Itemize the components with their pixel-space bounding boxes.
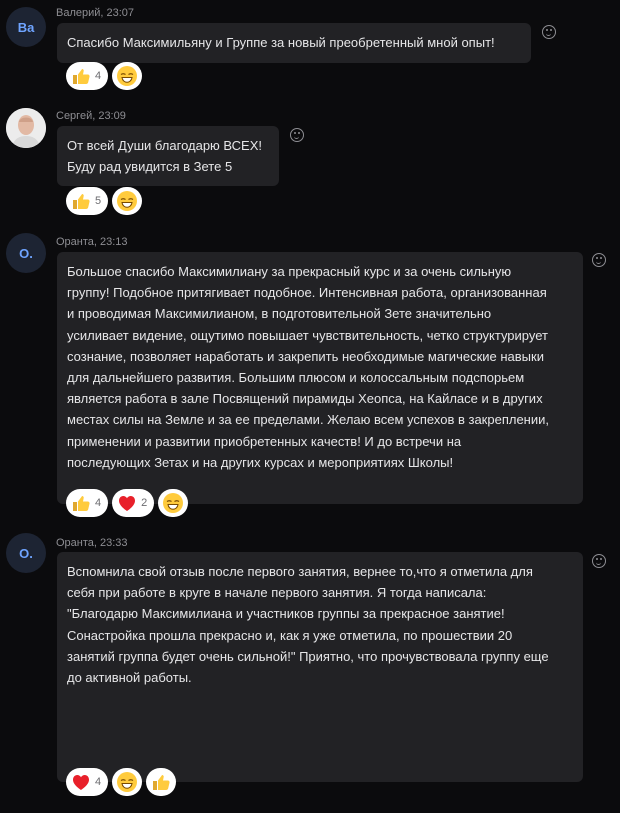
reaction-count: 4 xyxy=(95,776,102,788)
reaction-thumbs-up[interactable]: 4 xyxy=(66,62,109,90)
reaction-heart[interactable]: 4 xyxy=(66,768,109,796)
avatar[interactable]: О. xyxy=(6,233,46,273)
add-reaction-icon[interactable] xyxy=(592,253,606,267)
message-text: Большое спасибо Максимилиану за прекрасн… xyxy=(67,264,549,470)
reaction-grin[interactable] xyxy=(158,489,189,517)
reaction-heart[interactable]: 2 xyxy=(112,489,155,517)
message-author-time: Оранта, 23:33 xyxy=(56,537,128,549)
message-author-time: Валерий, 23:07 xyxy=(56,7,135,19)
add-reaction-icon[interactable] xyxy=(542,25,556,39)
grin-icon xyxy=(117,772,138,792)
thumbs-up-icon xyxy=(73,194,90,209)
reaction-grin[interactable] xyxy=(112,62,143,90)
reaction-thumbs-up[interactable]: 5 xyxy=(66,187,109,215)
add-reaction-icon[interactable] xyxy=(290,128,304,142)
reaction-count: 4 xyxy=(95,497,102,509)
reaction-count: 5 xyxy=(95,195,102,207)
avatar[interactable]: О. xyxy=(6,533,46,573)
reaction-bar: 5 xyxy=(66,187,143,215)
message-text: Вспомнила свой отзыв после первого занят… xyxy=(67,564,549,686)
avatar-initials: О. xyxy=(19,545,33,561)
reaction-bar: 4 xyxy=(66,768,177,796)
message-text: От всей Души благодарю ВСЕХ! Буду рад ув… xyxy=(67,138,262,175)
message-author-time: Сергей, 23:09 xyxy=(56,110,126,122)
grin-icon xyxy=(117,191,138,211)
thumbs-up-icon xyxy=(73,496,90,511)
reaction-grin[interactable] xyxy=(112,187,143,215)
grin-icon xyxy=(163,493,184,513)
heart-icon xyxy=(73,775,89,790)
avatar-photo xyxy=(6,108,46,148)
message-bubble: Вспомнила свой отзыв после первого занят… xyxy=(57,552,583,782)
reaction-grin[interactable] xyxy=(112,768,143,796)
reaction-thumbs-up[interactable] xyxy=(146,768,177,796)
reaction-thumbs-up[interactable]: 4 xyxy=(66,489,109,517)
message-author-time: Оранта, 23:13 xyxy=(56,236,128,248)
add-reaction-icon[interactable] xyxy=(592,554,606,568)
grin-icon xyxy=(117,66,138,86)
avatar-initials: Ва xyxy=(17,19,35,35)
reaction-bar: 4 2 xyxy=(66,489,189,517)
reaction-bar: 4 xyxy=(66,62,143,90)
message-bubble: От всей Души благодарю ВСЕХ! Буду рад ув… xyxy=(57,126,279,186)
thumbs-up-icon xyxy=(153,775,170,790)
thumbs-up-icon xyxy=(73,69,90,84)
reaction-count: 2 xyxy=(141,497,148,509)
avatar[interactable]: Ва xyxy=(6,7,46,47)
avatar-initials: О. xyxy=(19,245,33,261)
avatar[interactable] xyxy=(6,108,46,148)
message-bubble: Спасибо Максимильяну и Группе за новый п… xyxy=(57,23,531,63)
message-bubble: Большое спасибо Максимилиану за прекрасн… xyxy=(57,252,583,504)
heart-icon xyxy=(119,496,136,511)
message-text: Спасибо Максимильяну и Группе за новый п… xyxy=(67,35,495,50)
reaction-count: 4 xyxy=(95,70,102,82)
